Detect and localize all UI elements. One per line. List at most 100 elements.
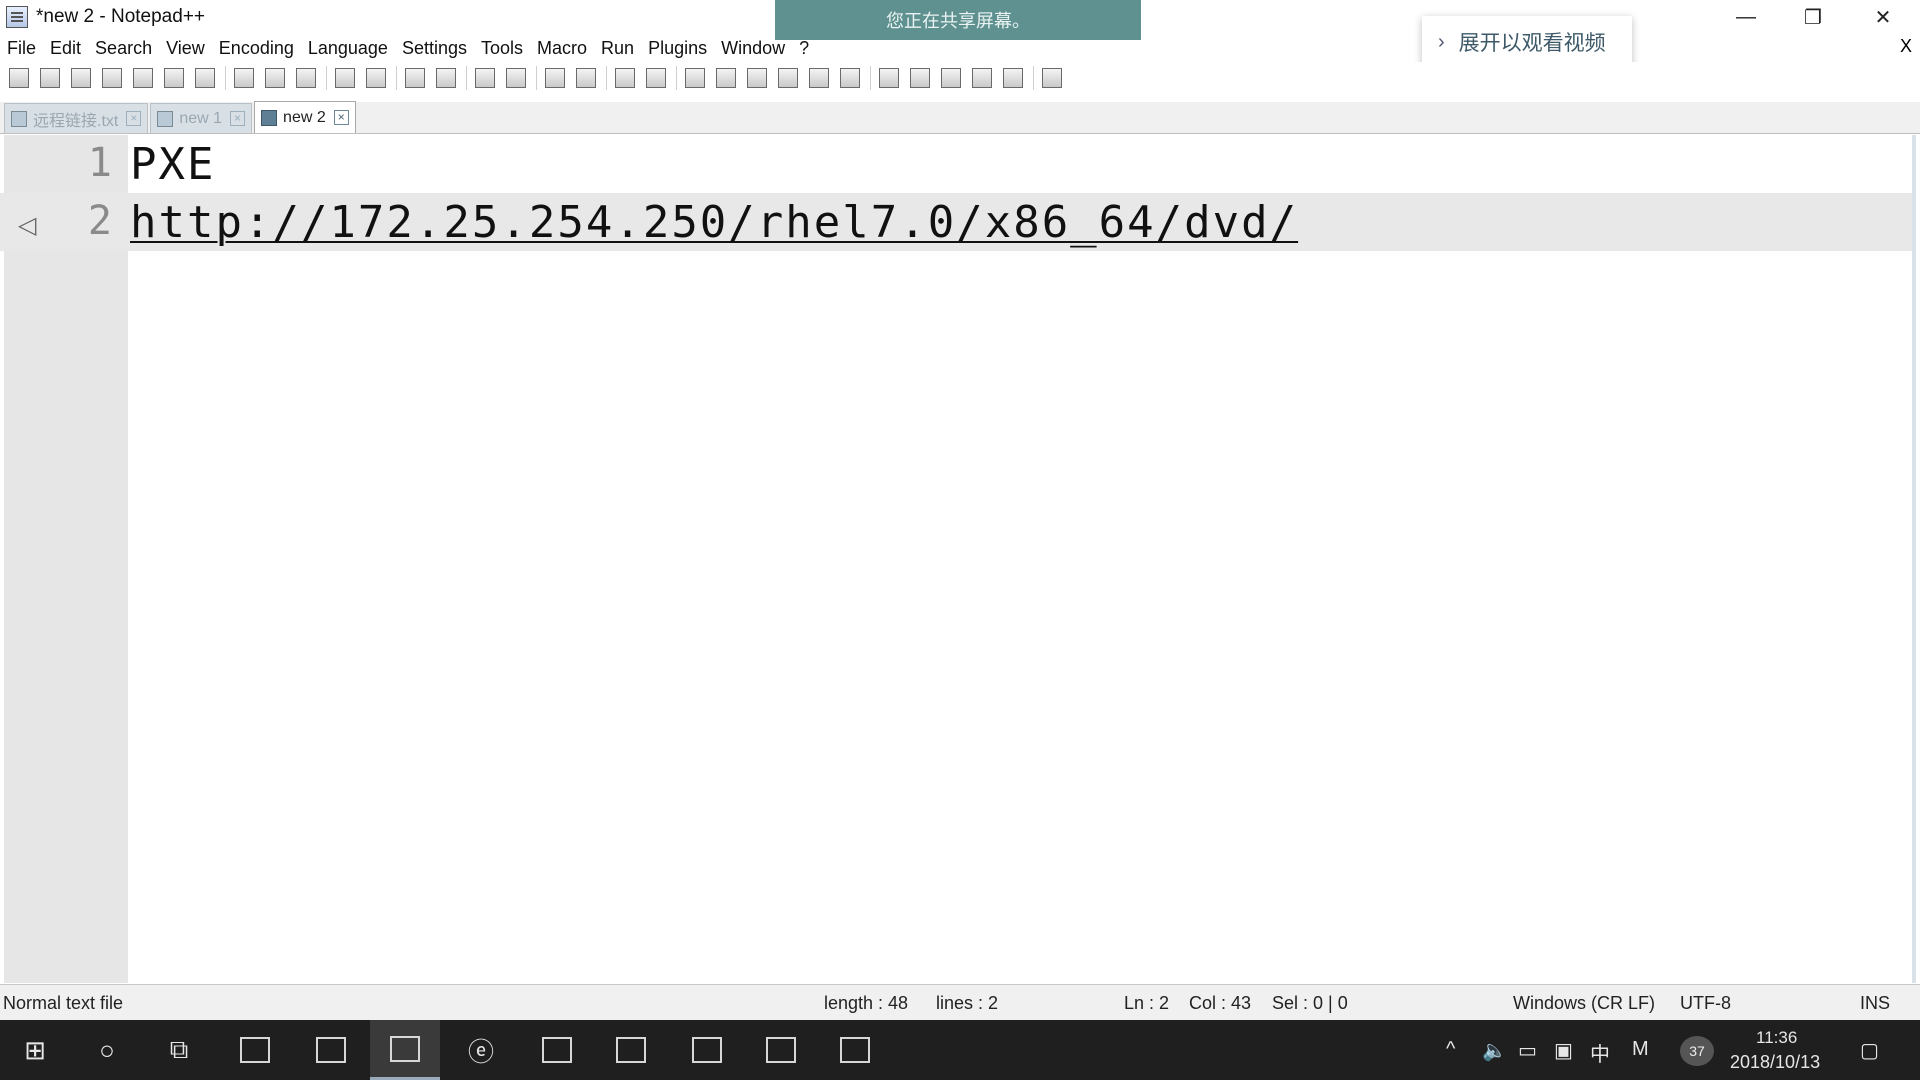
menu-run[interactable]: Run	[594, 38, 641, 59]
close-document-button[interactable]: X	[1900, 36, 1912, 57]
tab-new-1[interactable]: new 1 ×	[150, 103, 253, 133]
ime-language[interactable]: 中	[1590, 1038, 1610, 1067]
expand-video-button[interactable]: › 展开以观看视频	[1422, 16, 1632, 68]
taskbar-app-green[interactable]	[596, 1020, 666, 1080]
start-button[interactable]: ⊞	[0, 1020, 70, 1080]
word-wrap-icon[interactable]	[612, 65, 638, 91]
app-icon	[616, 1037, 646, 1063]
status-insert-mode[interactable]: INS	[1860, 993, 1890, 1014]
copy-icon[interactable]	[262, 65, 288, 91]
find-icon[interactable]	[402, 65, 428, 91]
taskbar-app-excel[interactable]	[522, 1020, 592, 1080]
line-number: 2	[87, 198, 112, 244]
status-col: Col : 43	[1189, 993, 1252, 1013]
search-button[interactable]: ○	[72, 1020, 142, 1080]
minimize-button[interactable]: —	[1713, 0, 1779, 34]
show-all-chars-icon[interactable]	[643, 65, 669, 91]
toolbar-separator	[606, 66, 607, 90]
taskbar: ⊞ ○ ⧉ ⓔ ^ 🔈 ▭ ▣ 中 M 37 11:36 2018/10/13 …	[0, 1020, 1920, 1080]
taskbar-app-remote[interactable]	[672, 1020, 742, 1080]
undo-icon[interactable]	[332, 65, 358, 91]
save-macro-icon[interactable]	[1000, 65, 1026, 91]
toolbar-separator	[396, 66, 397, 90]
status-ln: Ln : 2	[1124, 993, 1170, 1013]
clock-time[interactable]: 11:36	[1756, 1028, 1797, 1048]
taskbar-app-notepadpp[interactable]	[370, 1020, 440, 1080]
run-macro-multiple-icon[interactable]	[969, 65, 995, 91]
cut-icon[interactable]	[231, 65, 257, 91]
line-text-url[interactable]: http://172.25.254.250/rhel7.0/x86_64/dvd…	[130, 197, 1298, 248]
chat-app-icon	[240, 1037, 270, 1063]
task-view-button[interactable]: ⧉	[144, 1020, 214, 1080]
maximize-button[interactable]: ❐	[1780, 0, 1846, 34]
menu-help[interactable]: ?	[792, 38, 816, 59]
toolbar-separator	[466, 66, 467, 90]
replace-icon[interactable]	[433, 65, 459, 91]
taskbar-app-notes[interactable]	[746, 1020, 816, 1080]
menu-encoding[interactable]: Encoding	[212, 38, 301, 59]
taskbar-app-browser[interactable]: ⓔ	[446, 1020, 516, 1080]
doc-map-icon[interactable]	[713, 65, 739, 91]
line-text[interactable]: PXE	[130, 139, 215, 190]
function-list-icon[interactable]	[744, 65, 770, 91]
close-window-button[interactable]: ✕	[1850, 0, 1916, 34]
menu-macro[interactable]: Macro	[530, 38, 594, 59]
volume-icon[interactable]: 🔈	[1482, 1038, 1507, 1063]
tab-new-2[interactable]: new 2 ×	[254, 101, 356, 133]
notification-count-badge[interactable]: 37	[1680, 1036, 1714, 1066]
close-tab-icon[interactable]: ×	[333, 110, 349, 125]
menu-search[interactable]: Search	[88, 38, 159, 59]
line-number-gutter[interactable]	[0, 135, 128, 983]
monitor-icon[interactable]	[806, 65, 832, 91]
save-icon[interactable]	[68, 65, 94, 91]
terminal-icon	[840, 1037, 870, 1063]
menu-window[interactable]: Window	[714, 38, 792, 59]
menu-language[interactable]: Language	[301, 38, 395, 59]
menu-tools[interactable]: Tools	[474, 38, 530, 59]
stop-macro-icon[interactable]	[907, 65, 933, 91]
close-all-icon[interactable]	[161, 65, 187, 91]
editor-line[interactable]: 1 PXE	[0, 135, 1916, 193]
close-icon[interactable]	[130, 65, 156, 91]
redo-icon[interactable]	[363, 65, 389, 91]
tab-bar: 远程链接.txt × new 1 × new 2 ×	[0, 101, 1920, 134]
menu-plugins[interactable]: Plugins	[641, 38, 714, 59]
status-sel: Sel : 0 | 0	[1272, 993, 1348, 1013]
print-icon[interactable]	[192, 65, 218, 91]
tab-label: new 2	[283, 108, 326, 126]
taskbar-app-terminal[interactable]	[820, 1020, 890, 1080]
battery-icon[interactable]: ▭	[1518, 1038, 1537, 1063]
editor-line-current[interactable]: ◁ 2 http://172.25.254.250/rhel7.0/x86_64…	[0, 193, 1916, 251]
close-tab-icon[interactable]: ×	[230, 111, 246, 126]
close-tab-icon[interactable]: ×	[126, 111, 142, 126]
record-macro-icon[interactable]	[876, 65, 902, 91]
tray-chevron-up-icon[interactable]: ^	[1446, 1038, 1455, 1061]
zoom-out-icon[interactable]	[503, 65, 529, 91]
tab-remote-link[interactable]: 远程链接.txt ×	[4, 103, 149, 133]
editor-area[interactable]: 1 PXE ◁ 2 http://172.25.254.250/rhel7.0/…	[0, 135, 1916, 983]
indent-guide-icon[interactable]	[682, 65, 708, 91]
menu-edit[interactable]: Edit	[43, 38, 88, 59]
sync-horizontal-icon[interactable]	[573, 65, 599, 91]
menu-settings[interactable]: Settings	[395, 38, 474, 59]
save-all-icon[interactable]	[99, 65, 125, 91]
action-center-icon[interactable]: ▢	[1860, 1038, 1879, 1063]
play-macro-icon[interactable]	[938, 65, 964, 91]
ime-mode[interactable]: M	[1632, 1038, 1649, 1061]
zoom-in-icon[interactable]	[472, 65, 498, 91]
menu-view[interactable]: View	[159, 38, 212, 59]
paste-icon[interactable]	[293, 65, 319, 91]
status-encoding[interactable]: UTF-8	[1680, 993, 1731, 1014]
menu-file[interactable]: File	[0, 38, 43, 59]
status-eol[interactable]: Windows (CR LF)	[1513, 993, 1655, 1014]
spell-check-icon[interactable]	[1039, 65, 1065, 91]
clock-date[interactable]: 2018/10/13	[1730, 1052, 1820, 1073]
sync-vertical-icon[interactable]	[542, 65, 568, 91]
folder-workspace-icon[interactable]	[775, 65, 801, 91]
open-file-icon[interactable]	[37, 65, 63, 91]
network-icon[interactable]: ▣	[1554, 1038, 1573, 1063]
new-file-icon[interactable]	[6, 65, 32, 91]
taskbar-app-explorer[interactable]	[296, 1020, 366, 1080]
globe-icon[interactable]	[837, 65, 863, 91]
taskbar-app-chat[interactable]	[220, 1020, 290, 1080]
